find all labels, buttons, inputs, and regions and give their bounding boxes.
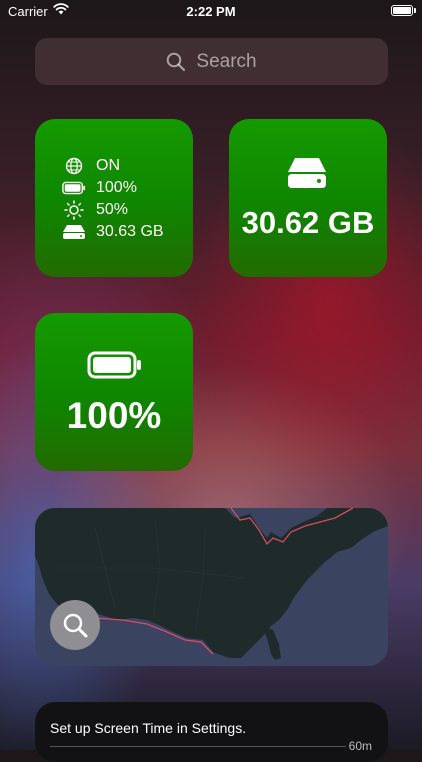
map-widget[interactable] bbox=[35, 508, 388, 666]
status-bar: Carrier 2:22 PM bbox=[0, 0, 422, 24]
storage-row: 30.63 GB bbox=[62, 222, 164, 242]
battery-widget[interactable]: 100% bbox=[35, 313, 193, 471]
drive-icon bbox=[288, 158, 326, 188]
network-status-value: ON bbox=[96, 157, 120, 174]
brightness-value: 50% bbox=[96, 201, 129, 218]
search-placeholder: Search bbox=[196, 50, 257, 72]
search-icon bbox=[167, 52, 186, 71]
screen-time-axis bbox=[50, 746, 346, 747]
battery-row: 100% bbox=[62, 178, 137, 198]
battery-icon bbox=[87, 351, 141, 379]
status-time: 2:22 PM bbox=[186, 4, 236, 19]
brightness-icon bbox=[64, 200, 84, 220]
network-row: ON bbox=[62, 156, 120, 176]
drive-icon bbox=[63, 225, 85, 239]
battery-percent-value: 100% bbox=[66, 395, 162, 436]
search-bar[interactable]: Search bbox=[35, 38, 388, 85]
screen-time-axis-label: 60m bbox=[348, 739, 372, 753]
brightness-row: 50% bbox=[62, 200, 128, 220]
storage-widget[interactable]: 30.62 GB bbox=[229, 119, 387, 277]
battery-icon bbox=[62, 181, 86, 195]
status-battery-icon bbox=[391, 5, 416, 16]
screen-time-widget[interactable]: Set up Screen Time in Settings. 60m bbox=[35, 702, 388, 762]
device-info-widget[interactable]: ON 100% 50% 30.63 GB bbox=[35, 119, 193, 277]
globe-icon bbox=[65, 157, 83, 175]
map-search-button[interactable] bbox=[50, 600, 100, 650]
magnifier-icon bbox=[63, 613, 88, 638]
battery-level-value: 100% bbox=[96, 179, 137, 196]
storage-free-value: 30.62 GB bbox=[241, 205, 375, 240]
storage-value: 30.63 GB bbox=[96, 223, 164, 240]
screen-time-message: Set up Screen Time in Settings. bbox=[50, 720, 247, 736]
